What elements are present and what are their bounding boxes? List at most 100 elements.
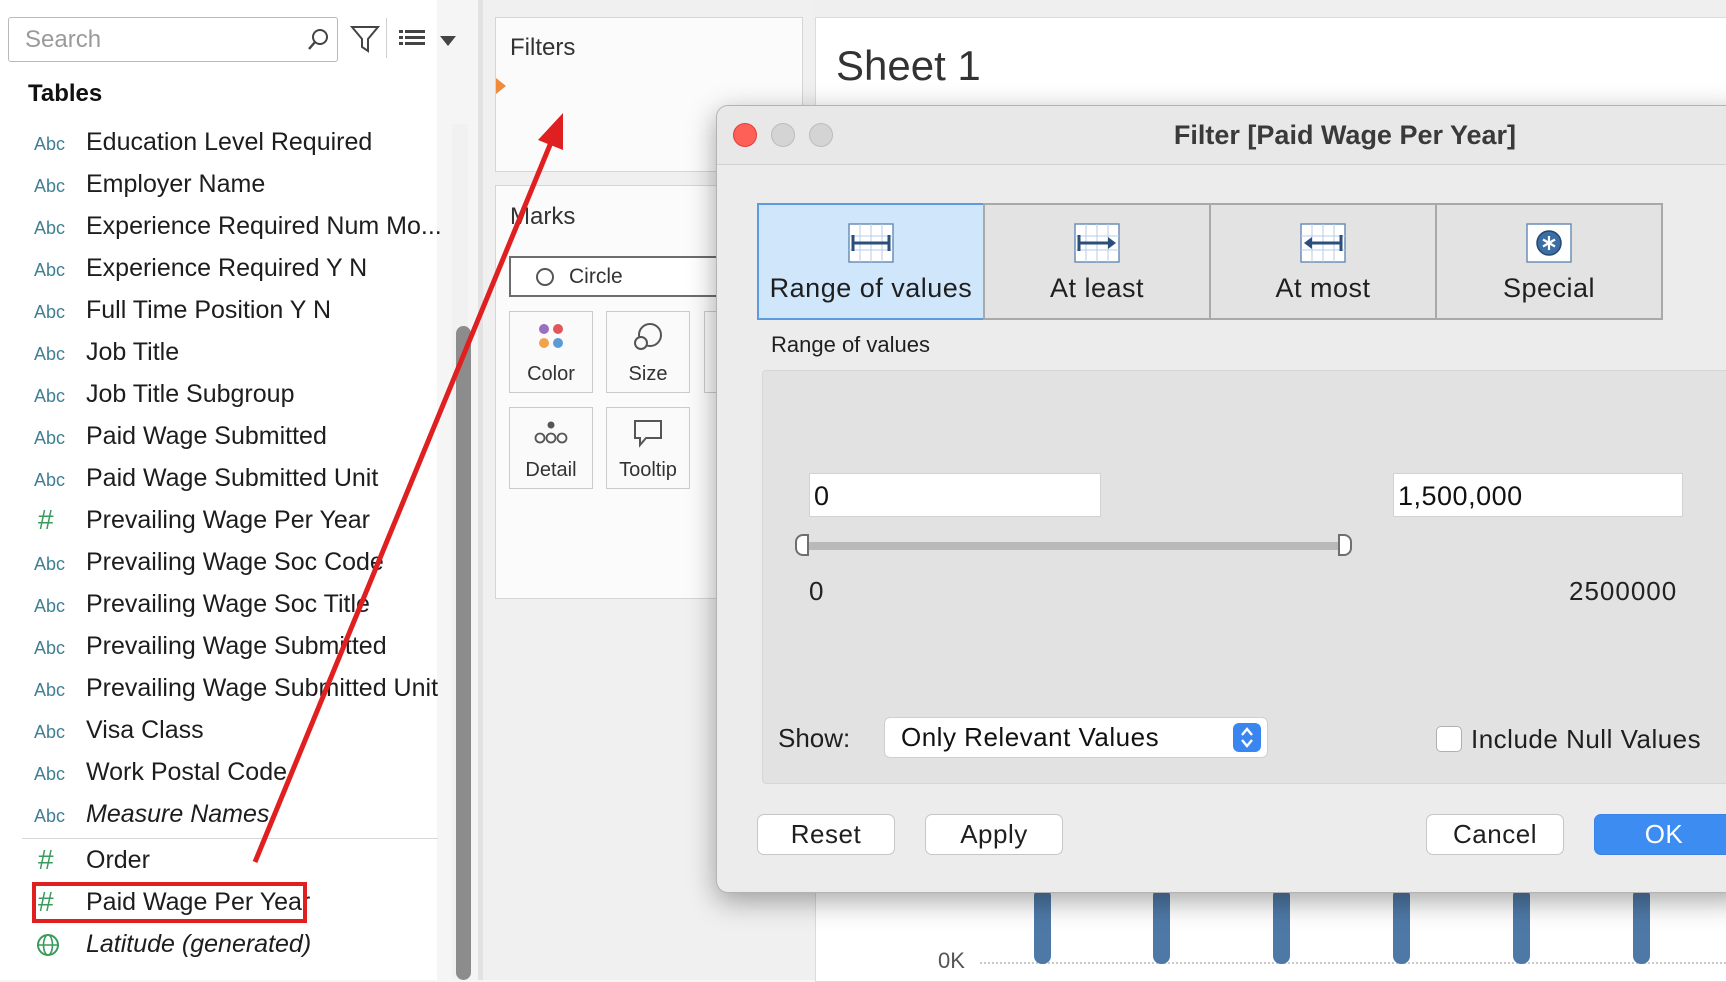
field-item[interactable]: Abc Prevailing Wage Submitted Unit <box>24 670 438 710</box>
show-select[interactable]: Only Relevant Values <box>884 717 1268 758</box>
filter-icon[interactable] <box>349 24 381 59</box>
range-slider-track[interactable] <box>803 542 1352 550</box>
tab-label: At least <box>1049 273 1145 303</box>
search-icon[interactable] <box>307 28 329 57</box>
size-button[interactable]: Size <box>606 311 690 393</box>
detail-icon <box>534 418 568 453</box>
tab-label: At most <box>1275 273 1371 303</box>
include-null-checkbox[interactable] <box>1436 726 1462 752</box>
scrollbar-thumb[interactable] <box>456 326 471 980</box>
field-label: Paid Wage Submitted <box>86 422 327 450</box>
field-label: Prevailing Wage Soc Title <box>86 590 370 618</box>
field-item[interactable]: Latitude (generated) <box>24 926 424 966</box>
ok-button[interactable]: OK <box>1594 814 1726 855</box>
range-slider-min-handle[interactable] <box>795 534 809 556</box>
filters-title: Filters <box>510 34 576 61</box>
field-item[interactable]: Abc Experience Required Num Mo... <box>24 208 442 248</box>
dimensions-measures-divider <box>22 838 438 839</box>
field-label: Prevailing Wage Submitted <box>86 632 387 660</box>
field-item[interactable]: Abc Education Level Required <box>24 124 424 164</box>
field-label: Latitude (generated) <box>86 930 312 958</box>
field-label: Experience Required Y N <box>86 254 368 282</box>
field-item[interactable]: Abc Measure Names <box>24 796 424 836</box>
chart-bar[interactable] <box>1633 888 1650 964</box>
range-max-label: 2500000 <box>1569 576 1678 606</box>
field-item[interactable]: Abc Job Title <box>24 334 424 374</box>
dialog-titlebar[interactable]: Filter [Paid Wage Per Year] <box>717 106 1726 165</box>
field-item[interactable]: # Order <box>24 842 424 882</box>
field-item[interactable]: Abc Employer Name <box>24 166 424 206</box>
string-type-icon: Abc <box>34 176 66 196</box>
tab-at-least[interactable]: At least <box>983 203 1211 320</box>
tab-range-of-values[interactable]: Range of values <box>757 203 985 320</box>
field-item[interactable]: Abc Visa Class <box>24 712 424 752</box>
special-icon <box>1526 223 1572 268</box>
max-value-field[interactable] <box>1393 473 1683 517</box>
search-input[interactable] <box>23 26 297 54</box>
toolbar-divider <box>386 18 387 58</box>
sheet-title[interactable]: Sheet 1 <box>836 42 981 90</box>
color-dots-icon <box>536 322 566 355</box>
field-item[interactable]: Abc Full Time Position Y N <box>24 292 424 332</box>
field-item[interactable]: Abc Job Title Subgroup <box>24 376 424 416</box>
chevron-down-icon[interactable] <box>439 34 457 52</box>
color-button[interactable]: Color <box>509 311 593 393</box>
field-label: Order <box>86 846 150 874</box>
string-type-icon: Abc <box>34 470 66 490</box>
reset-button[interactable]: Reset <box>757 814 895 855</box>
field-label: Prevailing Wage Submitted Unit <box>86 674 439 702</box>
field-label: Job Title Subgroup <box>86 380 295 408</box>
min-value-field[interactable] <box>809 473 1101 517</box>
search-box[interactable] <box>8 17 338 62</box>
chart-bar[interactable] <box>1273 888 1290 964</box>
at-least-icon <box>1074 223 1120 268</box>
field-label: Full Time Position Y N <box>86 296 332 324</box>
dialog-title: Filter [Paid Wage Per Year] <box>1173 120 1517 150</box>
tooltip-label: Tooltip <box>619 459 677 481</box>
select-stepper-icon[interactable] <box>1233 723 1261 752</box>
color-label: Color <box>527 363 575 385</box>
show-select-value: Only Relevant Values <box>901 722 1160 752</box>
chart-bar[interactable] <box>1034 888 1051 964</box>
mark-type-dropdown[interactable]: Circle <box>509 256 739 297</box>
field-label: Job Title <box>86 338 180 366</box>
tooltip-icon <box>632 418 664 453</box>
field-item[interactable]: # Prevailing Wage Per Year <box>24 502 424 542</box>
axis-tick-label: 0K <box>938 948 965 973</box>
size-icon <box>632 322 664 357</box>
chart-bar[interactable] <box>1393 888 1410 964</box>
detail-label: Detail <box>525 459 577 481</box>
string-type-icon: Abc <box>34 596 66 616</box>
cancel-button[interactable]: Cancel <box>1426 814 1564 855</box>
field-item[interactable]: Abc Prevailing Wage Submitted <box>24 628 424 668</box>
tab-at-most[interactable]: At most <box>1209 203 1437 320</box>
field-label: Education Level Required <box>86 128 373 156</box>
field-item[interactable]: Abc Experience Required Y N <box>24 250 424 290</box>
field-label: Experience Required Num Mo... <box>86 212 442 240</box>
highlight-annotation <box>32 882 307 923</box>
field-label: Visa Class <box>86 716 204 744</box>
field-item[interactable]: Abc Paid Wage Submitted Unit <box>24 460 424 500</box>
tab-special[interactable]: Special <box>1435 203 1663 320</box>
marks-title: Marks <box>510 203 576 230</box>
include-null-label[interactable]: Include Null Values <box>1471 724 1701 755</box>
field-item[interactable]: Abc Prevailing Wage Soc Title <box>24 586 424 626</box>
chart-bar[interactable] <box>1153 888 1170 964</box>
range-slider-max-handle[interactable] <box>1338 534 1352 556</box>
detail-button[interactable]: Detail <box>509 407 593 489</box>
tooltip-button[interactable]: Tooltip <box>606 407 690 489</box>
field-item[interactable]: Abc Paid Wage Submitted <box>24 418 424 458</box>
field-item[interactable]: Abc Prevailing Wage Soc Code <box>24 544 424 584</box>
field-label: Prevailing Wage Per Year <box>86 506 370 534</box>
string-type-icon: Abc <box>34 638 66 658</box>
apply-button[interactable]: Apply <box>925 814 1063 855</box>
min-value-input[interactable] <box>810 474 1100 516</box>
list-view-icon[interactable] <box>398 28 426 55</box>
max-value-input[interactable] <box>1394 474 1682 516</box>
chart-bar[interactable] <box>1513 888 1530 964</box>
field-item[interactable]: Abc Work Postal Code <box>24 754 424 794</box>
section-label: Range of values <box>771 332 930 357</box>
field-label: Employer Name <box>86 170 266 198</box>
string-type-icon: Abc <box>34 764 66 784</box>
field-label: Prevailing Wage Soc Code <box>86 548 384 576</box>
